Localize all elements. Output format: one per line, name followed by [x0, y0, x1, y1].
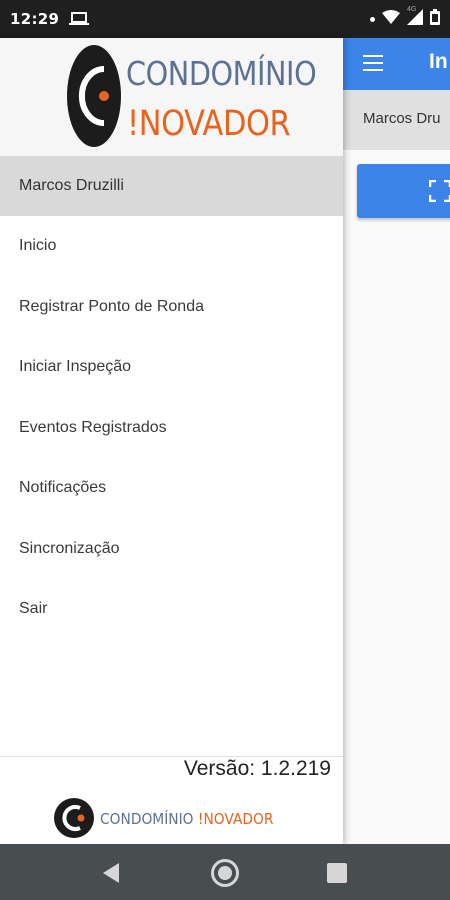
- home-icon[interactable]: [211, 859, 239, 887]
- version-label: Versão: 1.2.219: [183, 757, 331, 780]
- back-icon[interactable]: [101, 862, 121, 889]
- menu-item-registrar-ponto-de-ronda[interactable]: Registrar Ponto de Ronda: [0, 277, 343, 338]
- app-background: In Marcos Dru: [343, 38, 450, 844]
- app-title: In: [429, 50, 448, 73]
- scan-icon: [428, 179, 450, 203]
- scan-button[interactable]: [357, 164, 450, 218]
- footer-logo-icon: [54, 798, 94, 838]
- drawer-user-name[interactable]: Marcos Druzilli: [0, 156, 343, 216]
- drawer-footer: Versão: 1.2.219 CONDOMÍNIO !NOVADOR: [0, 756, 343, 844]
- navigation-drawer: CONDOMÍNIO !NOVADOR Marcos Druzilli Inic…: [0, 38, 343, 844]
- menu-item-eventos-registrados[interactable]: Eventos Registrados: [0, 398, 343, 459]
- menu-item-inicio[interactable]: Inicio: [0, 216, 343, 277]
- laptop-icon: [69, 12, 90, 26]
- menu-item-sair[interactable]: Sair: [0, 579, 343, 640]
- footer-logo-text-a: CONDOMÍNIO: [100, 810, 198, 828]
- menu-item-notificacoes[interactable]: Notificações: [0, 458, 343, 519]
- wifi-icon: [382, 9, 400, 29]
- drawer-header: CONDOMÍNIO !NOVADOR: [0, 38, 343, 156]
- app-user-name: Marcos Dru: [363, 110, 441, 127]
- condominio-logo-icon: [67, 45, 121, 147]
- hamburger-menu-icon[interactable]: [363, 55, 385, 73]
- status-icons: 4G: [370, 5, 440, 30]
- notification-dot-icon: [370, 16, 375, 22]
- footer-logo-text: CONDOMÍNIO !NOVADOR: [100, 810, 273, 828]
- footer-logo-text-b: !NOVADOR: [197, 810, 274, 828]
- signal-icon: 4G: [407, 5, 423, 30]
- status-time: 12:29: [10, 10, 60, 28]
- status-bar: 12:29 4G: [0, 0, 450, 38]
- logo-text-bottom: !NOVADOR: [127, 104, 291, 144]
- battery-icon: [430, 8, 440, 30]
- system-nav-bar: [0, 844, 450, 900]
- menu-item-sincronizacao[interactable]: Sincronização: [0, 519, 343, 580]
- logo-text-top: CONDOMÍNIO: [126, 54, 317, 93]
- network-type-label: 4G: [407, 5, 417, 13]
- recent-apps-icon[interactable]: [327, 863, 347, 883]
- app-toolbar: In: [343, 38, 450, 90]
- menu-item-iniciar-inspecao[interactable]: Iniciar Inspeção: [0, 337, 343, 398]
